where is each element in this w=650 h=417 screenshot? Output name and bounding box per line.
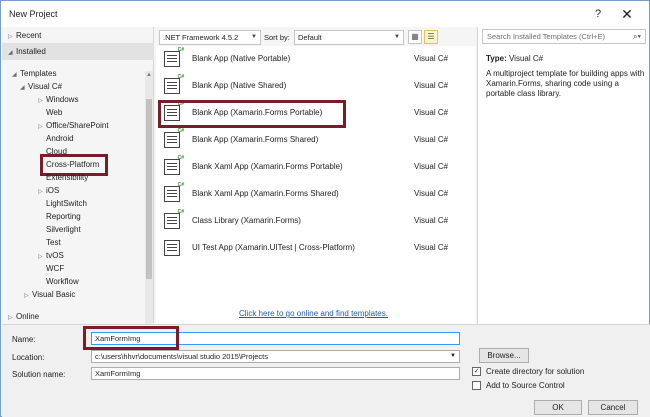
collapsed-arrow-icon[interactable]: ▷	[38, 186, 46, 199]
cancel-button[interactable]: Cancel	[588, 400, 638, 415]
dropdown-arrow-icon: ▼	[394, 34, 400, 40]
tree-scrollbar[interactable]: ▲ ▼	[145, 71, 153, 333]
template-item[interactable]: C# Blank App (Native Shared) Visual C#	[156, 73, 476, 99]
tree-item-visual-basic[interactable]: ▷ Visual Basic	[24, 288, 75, 301]
tree-item-silverlight[interactable]: Silverlight	[46, 223, 81, 236]
tree-item-extensibility[interactable]: Extensibility	[46, 171, 88, 184]
tree-item-ios[interactable]: ▷ iOS	[38, 184, 59, 197]
csharp-template-icon: C#	[164, 74, 184, 94]
search-templates-input[interactable]: Search Installed Templates (Ctrl+E) ⌕▾	[482, 29, 646, 44]
tree-item-workflow[interactable]: Workflow	[46, 275, 79, 288]
small-icons-view-icon[interactable]: ▦	[408, 30, 422, 44]
project-name-highlight	[83, 326, 179, 350]
template-item[interactable]: C# Blank Xaml App (Xamarin.Forms Shared)…	[156, 181, 476, 207]
template-item[interactable]: C# Class Library (Xamarin.Forms) Visual …	[156, 208, 476, 234]
tree-item-tvos[interactable]: ▷ tvOS	[38, 249, 64, 262]
solution-name-input[interactable]: XamFormImg	[91, 367, 460, 380]
new-project-dialog: New Project ? ✕ ▷ Recent ◢ Installed ◢ Temp…	[0, 0, 650, 417]
template-language: Visual C#	[414, 135, 449, 144]
template-name: Blank App (Native Portable)	[192, 54, 291, 63]
location-select[interactable]: c:\users\hhvr\documents\visual studio 20…	[91, 350, 460, 363]
template-language: Visual C#	[414, 108, 449, 117]
framework-select[interactable]: .NET Framework 4.5.2 ▼	[159, 30, 261, 45]
tree-item-templates[interactable]: ◢ Templates	[12, 67, 56, 80]
add-source-control-checkbox[interactable]	[472, 381, 481, 390]
template-language: Visual C#	[414, 162, 449, 171]
search-icon[interactable]: ⌕▾	[633, 30, 641, 43]
sort-select[interactable]: Default ▼	[294, 30, 404, 45]
template-item[interactable]: C# Blank App (Xamarin.Forms Shared) Visu…	[156, 127, 476, 153]
template-name: Blank App (Native Shared)	[192, 81, 287, 90]
template-language: Visual C#	[414, 216, 449, 225]
tree-item-recent[interactable]: ▷ Recent	[8, 29, 41, 42]
template-item[interactable]: UI Test App (Xamarin.UITest | Cross-Plat…	[156, 235, 476, 261]
create-directory-label: Create directory for solution	[486, 367, 585, 376]
selected-template-highlight	[158, 100, 346, 128]
template-language: Visual C#	[414, 81, 449, 90]
template-description: A multiproject template for building app…	[486, 69, 645, 98]
csharp-template-icon: C#	[164, 47, 184, 67]
collapsed-arrow-icon[interactable]: ▷	[24, 290, 32, 303]
scroll-thumb[interactable]	[146, 99, 152, 279]
expanded-arrow-icon[interactable]: ◢	[8, 47, 16, 60]
type-value: Visual C#	[508, 54, 544, 63]
ok-button[interactable]: OK	[534, 400, 582, 415]
template-language: Visual C#	[414, 54, 449, 63]
template-details: Search Installed Templates (Ctrl+E) ⌕▾ T…	[477, 27, 649, 324]
create-directory-checkbox[interactable]: ✓	[472, 367, 481, 376]
tree-item-installed[interactable]: ◢ Installed	[8, 45, 46, 58]
expanded-arrow-icon[interactable]: ◢	[20, 82, 28, 95]
add-source-control-label: Add to Source Control	[486, 381, 565, 390]
template-name: UI Test App (Xamarin.UITest | Cross-Plat…	[192, 243, 355, 252]
scroll-up-icon[interactable]: ▲	[145, 71, 153, 79]
title-bar: New Project ? ✕	[1, 1, 649, 27]
template-item[interactable]: C# Blank Xaml App (Xamarin.Forms Portabl…	[156, 154, 476, 180]
csharp-template-icon: C#	[164, 155, 184, 175]
template-name: Blank App (Xamarin.Forms Shared)	[192, 135, 319, 144]
tree-item-wcf[interactable]: WCF	[46, 262, 64, 275]
name-label: Name:	[12, 335, 36, 344]
template-name: Blank Xaml App (Xamarin.Forms Shared)	[192, 189, 339, 198]
dropdown-arrow-icon: ▼	[251, 34, 257, 40]
type-label: Type:	[486, 54, 507, 63]
list-view-icon[interactable]: ☰	[424, 30, 438, 44]
find-templates-online-link[interactable]: Click here to go online and find templat…	[239, 309, 388, 318]
template-toolbar: .NET Framework 4.5.2 ▼ Sort by: Default ▼ …	[156, 27, 476, 47]
tree-item-lightswitch[interactable]: LightSwitch	[46, 197, 87, 210]
close-button[interactable]: ✕	[617, 5, 637, 23]
dropdown-arrow-icon: ▼	[450, 353, 456, 359]
ui-test-template-icon	[164, 240, 180, 256]
collapsed-arrow-icon[interactable]: ▷	[38, 251, 46, 264]
tree-item-windows[interactable]: ▷ Windows	[38, 93, 78, 106]
template-language: Visual C#	[414, 243, 449, 252]
template-tree: ▷ Recent ◢ Installed ◢ Templates ◢ Visual C#…	[2, 27, 154, 333]
project-form: Name: XamFormImg Location: c:\users\hhvr…	[2, 324, 650, 417]
solution-name-label: Solution name:	[12, 370, 66, 379]
tree-item-web[interactable]: Web	[46, 106, 62, 119]
tree-item-online[interactable]: ▷ Online	[8, 310, 39, 323]
help-button[interactable]: ?	[589, 5, 607, 23]
tree-item-test[interactable]: Test	[46, 236, 61, 249]
template-name: Blank Xaml App (Xamarin.Forms Portable)	[192, 162, 343, 171]
csharp-template-icon: C#	[164, 128, 184, 148]
csharp-template-icon: C#	[164, 182, 184, 202]
expanded-arrow-icon[interactable]: ◢	[12, 69, 20, 82]
type-line: Type: Visual C#	[486, 54, 543, 63]
browse-button[interactable]: Browse...	[479, 348, 529, 363]
tree-item-android[interactable]: Android	[46, 132, 74, 145]
tree-item-visual-csharp[interactable]: ◢ Visual C#	[20, 80, 62, 93]
csharp-template-icon: C#	[164, 209, 184, 229]
collapsed-arrow-icon[interactable]: ▷	[38, 121, 46, 134]
tree-item-reporting[interactable]: Reporting	[46, 210, 81, 223]
tree-item-office[interactable]: ▷ Office/SharePoint	[38, 119, 109, 132]
template-language: Visual C#	[414, 189, 449, 198]
sort-label: Sort by:	[264, 33, 290, 42]
location-label: Location:	[12, 353, 45, 362]
collapsed-arrow-icon[interactable]: ▷	[38, 95, 46, 108]
window-title: New Project	[9, 9, 58, 19]
template-list: C# Blank App (Native Portable) Visual C#…	[156, 46, 476, 324]
template-item[interactable]: C# Blank App (Native Portable) Visual C#	[156, 46, 476, 72]
template-name: Class Library (Xamarin.Forms)	[192, 216, 301, 225]
